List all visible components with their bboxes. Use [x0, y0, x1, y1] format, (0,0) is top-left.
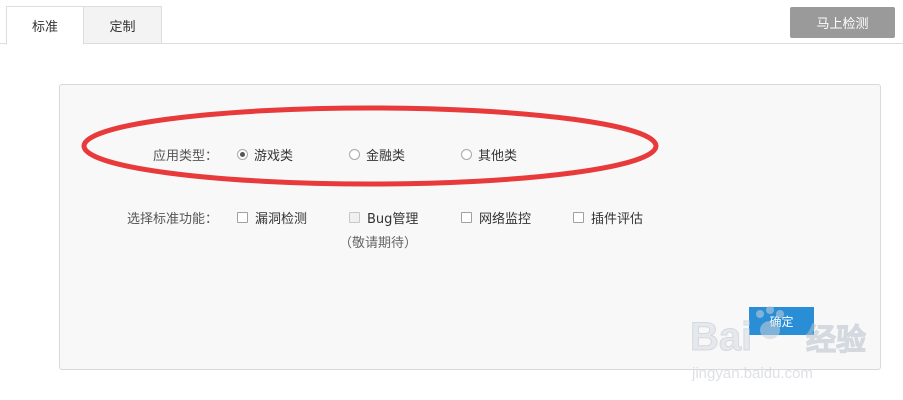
functions-label: 选择标准功能： — [126, 212, 218, 227]
checkbox[interactable] — [461, 212, 472, 223]
confirm-button[interactable]: 确定 — [749, 307, 814, 335]
radio-button[interactable] — [349, 149, 360, 160]
tab-standard[interactable]: 标准 — [6, 6, 84, 45]
checkbox-plugin-eval[interactable]: 插件评估 — [573, 208, 643, 227]
checkbox-label: 网络监控 — [479, 212, 532, 227]
radio-button[interactable] — [461, 149, 472, 160]
radio-option-other[interactable]: 其他类 — [461, 145, 517, 164]
radio-label: 游戏类 — [254, 149, 294, 164]
radio-label: 金融类 — [366, 149, 406, 164]
radio-button[interactable] — [237, 149, 248, 160]
radio-option-finance[interactable]: 金融类 — [349, 145, 405, 164]
tab-bar: 标准 定制 — [0, 0, 903, 45]
app-type-label: 应用类型： — [152, 149, 218, 164]
checkbox[interactable] — [237, 212, 248, 223]
checkbox-label: Bug管理 — [367, 212, 419, 227]
checkbox-disabled — [349, 212, 360, 223]
checkbox-label: 插件评估 — [591, 212, 644, 227]
tab-custom[interactable]: 定制 — [84, 6, 162, 44]
check-now-button[interactable]: 马上检测 — [790, 7, 895, 38]
checkbox[interactable] — [573, 212, 584, 223]
radio-option-game[interactable]: 游戏类 — [237, 145, 293, 164]
checkbox-bug-manage: Bug管理 — [349, 208, 418, 227]
checkbox-vuln-detect[interactable]: 漏洞检测 — [237, 208, 307, 227]
radio-label: 其他类 — [478, 149, 518, 164]
checkbox-network-monitor[interactable]: 网络监控 — [461, 208, 531, 227]
settings-panel: 应用类型： 游戏类 金融类 其他类 选择标准功能： 漏洞检测 Bug管理 （敬请… — [59, 84, 881, 370]
checkbox-label: 漏洞检测 — [255, 212, 308, 227]
coming-soon-note: （敬请期待） — [339, 236, 418, 251]
